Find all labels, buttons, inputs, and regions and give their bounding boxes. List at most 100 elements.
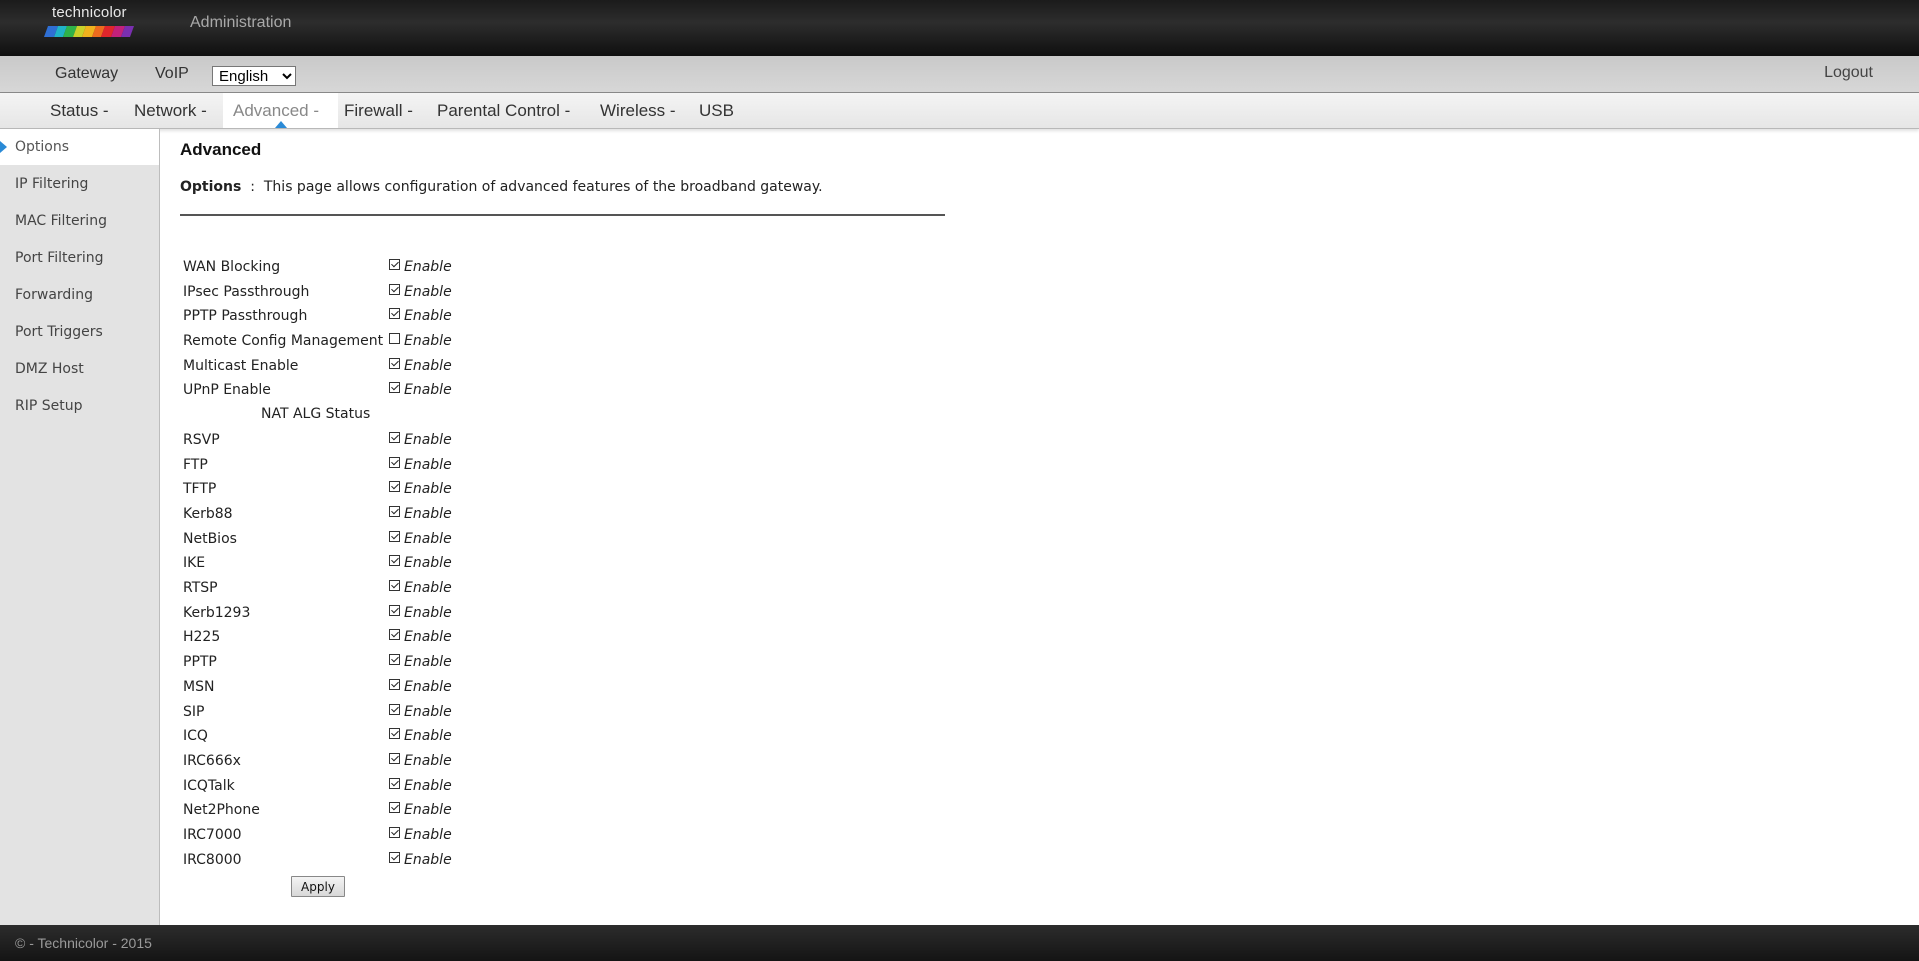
enable-label: Enable: [404, 432, 452, 448]
enable-label: Enable: [404, 728, 452, 744]
enable-checkbox-ipsec-passthrough[interactable]: [389, 284, 400, 295]
enable-label: Enable: [404, 457, 452, 473]
main-nav: Status - Network - Advanced - Firewall -…: [0, 93, 1919, 129]
nav-status[interactable]: Status -: [40, 93, 119, 128]
enable-checkbox-icqtalk[interactable]: [389, 778, 400, 789]
enable-checkbox-irc8000[interactable]: [389, 852, 400, 863]
sidebar-item-mac-filtering[interactable]: MAC Filtering: [0, 203, 159, 239]
enable-checkbox-pptp[interactable]: [389, 654, 400, 665]
enable-label: Enable: [404, 629, 452, 645]
option-label: PPTP Passthrough: [183, 308, 308, 324]
enable-checkbox-wan-blocking[interactable]: [389, 259, 400, 270]
enable-checkbox-h225[interactable]: [389, 629, 400, 640]
option-label: RTSP: [183, 580, 218, 596]
option-label: WAN Blocking: [183, 259, 281, 275]
enable-label: Enable: [404, 827, 452, 843]
nat-alg-heading: NAT ALG Status: [261, 406, 371, 422]
option-label: ICQ: [183, 728, 208, 744]
option-label: IRC8000: [183, 852, 242, 868]
option-label: TFTP: [183, 481, 217, 497]
enable-checkbox-rtsp[interactable]: [389, 580, 400, 591]
option-label: Kerb1293: [183, 605, 251, 621]
enable-checkbox-netbios[interactable]: [389, 531, 400, 542]
technicolor-logo: technicolor: [43, 4, 136, 40]
sidebar: Options IP Filtering MAC Filtering Port …: [0, 129, 160, 925]
option-label: PPTP: [183, 654, 217, 670]
page-description: Options : This page allows configuration…: [180, 179, 823, 195]
footer-copyright: © - Technicolor - 2015: [15, 935, 152, 951]
enable-label: Enable: [404, 852, 452, 868]
enable-label: Enable: [404, 778, 452, 794]
enable-checkbox-tftp[interactable]: [389, 481, 400, 492]
option-label: MSN: [183, 679, 215, 695]
option-label: UPnP Enable: [183, 382, 271, 398]
apply-button[interactable]: Apply: [291, 876, 345, 897]
enable-checkbox-multicast-enable[interactable]: [389, 358, 400, 369]
enable-label: Enable: [404, 605, 452, 621]
enable-checkbox-upnp-enable[interactable]: [389, 382, 400, 393]
sidebar-item-forwarding[interactable]: Forwarding: [0, 277, 159, 313]
enable-checkbox-kerb88[interactable]: [389, 506, 400, 517]
nav-network[interactable]: Network -: [124, 93, 217, 128]
enable-label: Enable: [404, 555, 452, 571]
nav-usb[interactable]: USB: [689, 93, 744, 128]
logo-color-bar: [43, 26, 135, 37]
nav-advanced-label: Advanced -: [233, 101, 319, 120]
description-text: This page allows configuration of advanc…: [263, 179, 823, 195]
option-label: IPsec Passthrough: [183, 284, 310, 300]
option-label: IRC666x: [183, 753, 241, 769]
enable-checkbox-rsvp[interactable]: [389, 432, 400, 443]
top-header: technicolor Administration: [0, 0, 1919, 56]
enable-checkbox-icq[interactable]: [389, 728, 400, 739]
enable-checkbox-irc7000[interactable]: [389, 827, 400, 838]
sidebar-item-dmz-host[interactable]: DMZ Host: [0, 351, 159, 387]
enable-label: Enable: [404, 358, 452, 374]
enable-label: Enable: [404, 531, 452, 547]
sidebar-item-port-filtering[interactable]: Port Filtering: [0, 240, 159, 276]
nav-advanced[interactable]: Advanced -: [223, 93, 338, 128]
admin-title: Administration: [190, 14, 292, 31]
enable-checkbox-sip[interactable]: [389, 704, 400, 715]
enable-label: Enable: [404, 654, 452, 670]
sidebar-item-port-triggers[interactable]: Port Triggers: [0, 314, 159, 350]
enable-label: Enable: [404, 308, 452, 324]
option-label: IRC7000: [183, 827, 242, 843]
active-caret-icon: [274, 121, 287, 128]
option-label: Kerb88: [183, 506, 233, 522]
enable-checkbox-msn[interactable]: [389, 679, 400, 690]
enable-checkbox-irc666x[interactable]: [389, 753, 400, 764]
nav-parental-control[interactable]: Parental Control -: [427, 93, 580, 128]
enable-checkbox-ike[interactable]: [389, 555, 400, 566]
sub-toolbar: Gateway VoIP English Logout: [0, 56, 1919, 93]
logout-link[interactable]: Logout: [1824, 64, 1873, 82]
enable-checkbox-net2phone[interactable]: [389, 802, 400, 813]
footer: © - Technicolor - 2015: [0, 925, 1919, 961]
sidebar-item-label: Options: [15, 139, 70, 155]
description-separator: :: [250, 179, 255, 195]
enable-checkbox-ftp[interactable]: [389, 457, 400, 468]
nav-wireless[interactable]: Wireless -: [590, 93, 686, 128]
option-label: FTP: [183, 457, 208, 473]
enable-label: Enable: [404, 259, 452, 275]
language-select[interactable]: English: [212, 66, 296, 86]
enable-checkbox-pptp-passthrough[interactable]: [389, 308, 400, 319]
page-title: Advanced: [180, 140, 262, 159]
divider: [180, 214, 945, 216]
enable-label: Enable: [404, 382, 452, 398]
sidebar-item-options[interactable]: Options: [0, 129, 159, 165]
description-label: Options: [180, 179, 242, 195]
enable-label: Enable: [404, 333, 452, 349]
gateway-link[interactable]: Gateway: [55, 65, 118, 83]
voip-link[interactable]: VoIP: [155, 65, 189, 83]
enable-checkbox-remote-config-management[interactable]: [389, 333, 400, 344]
enable-label: Enable: [404, 679, 452, 695]
nav-firewall[interactable]: Firewall -: [334, 93, 423, 128]
option-label: H225: [183, 629, 221, 645]
option-label: Multicast Enable: [183, 358, 299, 374]
option-label: IKE: [183, 555, 206, 571]
enable-label: Enable: [404, 802, 452, 818]
enable-checkbox-kerb1293[interactable]: [389, 605, 400, 616]
option-label: Net2Phone: [183, 802, 260, 818]
sidebar-item-rip-setup[interactable]: RIP Setup: [0, 388, 159, 424]
sidebar-item-ip-filtering[interactable]: IP Filtering: [0, 166, 159, 202]
